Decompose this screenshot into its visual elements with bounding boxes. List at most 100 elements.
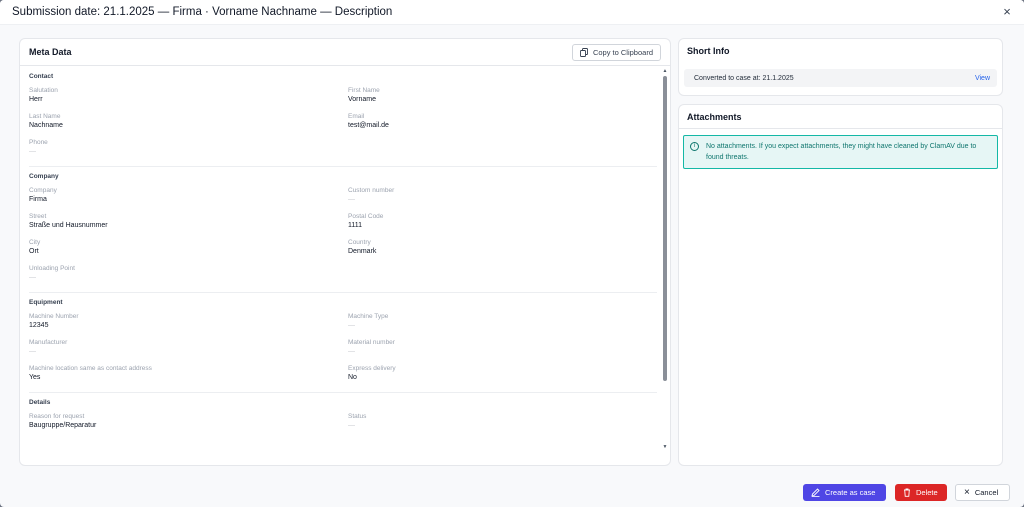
field-unloading-point: Unloading Point — xyxy=(29,264,348,283)
scroll-down-arrow-icon[interactable]: ▼ xyxy=(662,445,668,450)
field-machine-number: Machine Number 12345 xyxy=(29,312,348,331)
scrollbar-thumb[interactable] xyxy=(663,76,667,381)
delete-button[interactable]: Delete xyxy=(895,484,947,501)
submission-modal: Submission date: 21.1.2025 — Firma · Vor… xyxy=(0,0,1024,507)
field-value: Straße und Hausnummer xyxy=(29,222,108,229)
field-value: Firma xyxy=(29,196,47,203)
field-label: Reason for request xyxy=(29,413,85,420)
contact-section: Contact Salutation Herr First Name Vorname… xyxy=(29,67,657,167)
meta-data-header: Meta Data Copy to Clipboard xyxy=(20,39,670,66)
create-as-case-label: Create as case xyxy=(825,488,876,497)
field-country: Country Denmark xyxy=(348,238,657,257)
no-attachments-alert: i No attachments. If you expect attachme… xyxy=(683,135,998,169)
meta-data-title: Meta Data xyxy=(29,47,72,57)
field-value: — xyxy=(29,274,36,281)
field-material-number: Material number — xyxy=(348,338,657,357)
meta-data-scrollbar[interactable]: ▲ ▼ xyxy=(662,67,668,450)
company-section: Company Company Firma Custom number — Stre… xyxy=(29,167,657,293)
field-value: Herr xyxy=(29,96,43,103)
cancel-label: Cancel xyxy=(974,488,999,497)
field-label: First Name xyxy=(348,87,380,94)
create-as-case-button[interactable]: Create as case xyxy=(803,484,886,501)
view-case-link[interactable]: View xyxy=(975,75,990,82)
field-label: Manufacturer xyxy=(29,339,68,346)
field-value: test@mail.de xyxy=(348,122,389,129)
attachments-title: Attachments xyxy=(687,111,742,122)
field-label: Company xyxy=(29,187,57,194)
field-machine-location: Machine location same as contact address… xyxy=(29,364,348,383)
trash-icon xyxy=(904,488,910,497)
field-value: Nachname xyxy=(29,122,63,129)
field-value: 12345 xyxy=(29,322,49,329)
attachments-panel: Attachments i No attachments. If you exp… xyxy=(678,104,1003,466)
short-info-title: Short Info xyxy=(687,46,730,56)
field-value: Denmark xyxy=(348,248,377,255)
converted-case-row: Converted to case at: 21.1.2025 View xyxy=(684,69,997,87)
field-value: Vorname xyxy=(348,96,377,103)
field-label: Machine location same as contact address xyxy=(29,365,152,372)
modal-header: Submission date: 21.1.2025 — Firma · Vor… xyxy=(0,0,1024,25)
close-x-icon: × xyxy=(964,486,970,498)
field-reason: Reason for request Baugruppe/Reparatur xyxy=(29,412,348,431)
field-status: Status — xyxy=(348,412,657,431)
field-first-name: First Name Vorname xyxy=(348,86,657,105)
converted-case-text: Converted to case at: 21.1.2025 xyxy=(694,74,794,82)
info-icon: i xyxy=(690,142,699,151)
copy-to-clipboard-label: Copy to Clipboard xyxy=(592,47,653,57)
field-last-name: Last Name Nachname xyxy=(29,112,348,131)
field-value: — xyxy=(29,148,36,155)
field-label: City xyxy=(29,239,41,246)
field-salutation: Salutation Herr xyxy=(29,86,348,105)
field-value: 1111 xyxy=(348,222,363,229)
field-street: Street Straße und Hausnummer xyxy=(29,212,348,231)
field-label: Postal Code xyxy=(348,213,384,220)
short-info-header: Short Info xyxy=(679,39,1002,63)
field-value: — xyxy=(348,422,355,429)
field-manufacturer: Manufacturer — xyxy=(29,338,348,357)
scroll-up-arrow-icon[interactable]: ▲ xyxy=(662,69,668,74)
field-company: Company Firma xyxy=(29,186,348,205)
short-info-panel: Short Info Converted to case at: 21.1.20… xyxy=(678,38,1003,96)
meta-data-scroll-area[interactable]: Contact Salutation Herr First Name Vorname… xyxy=(20,67,670,450)
attachments-header: Attachments xyxy=(679,105,1002,129)
cancel-button[interactable]: × Cancel xyxy=(955,484,1010,501)
field-value: Baugruppe/Reparatur xyxy=(29,422,97,429)
modal-footer: Create as case Delete × Cancel xyxy=(0,476,1024,507)
close-icon[interactable]: × xyxy=(1001,5,1013,18)
field-label: Unloading Point xyxy=(29,265,75,272)
field-email: Email test@mail.de xyxy=(348,112,657,131)
field-postal-code: Postal Code 1111 xyxy=(348,212,657,231)
field-custom-number: Custom number — xyxy=(348,186,657,205)
section-title-company: Company xyxy=(29,173,59,180)
copy-to-clipboard-button[interactable]: Copy to Clipboard xyxy=(571,43,661,61)
field-value: No xyxy=(348,374,357,381)
equipment-section: Equipment Machine Number 12345 Machine Ty… xyxy=(29,293,657,393)
field-value: — xyxy=(348,196,355,203)
field-label: Material number xyxy=(348,339,395,346)
section-title-equipment: Equipment xyxy=(29,299,63,306)
meta-data-panel: Meta Data Copy to Clipboard Contact Salu… xyxy=(19,38,671,466)
field-value: Ort xyxy=(29,248,39,255)
field-label: Country xyxy=(348,239,371,246)
field-label: Phone xyxy=(29,139,48,146)
field-label: Machine Number xyxy=(29,313,79,320)
copy-icon xyxy=(580,47,588,57)
field-machine-type: Machine Type — xyxy=(348,312,657,331)
field-label: Street xyxy=(29,213,47,220)
field-label: Express delivery xyxy=(348,365,396,372)
field-label: Machine Type xyxy=(348,313,389,320)
field-label: Email xyxy=(348,113,365,120)
details-section: Details Reason for request Baugruppe/Repa… xyxy=(29,393,657,440)
field-label: Salutation xyxy=(29,87,58,94)
field-phone: Phone — xyxy=(29,138,348,157)
field-label: Custom number xyxy=(348,187,395,194)
field-label: Status xyxy=(348,413,367,420)
no-attachments-text: No attachments. If you expect attachment… xyxy=(706,143,977,161)
field-value: Yes xyxy=(29,374,41,381)
section-title-contact: Contact xyxy=(29,73,54,80)
pencil-icon xyxy=(811,488,820,497)
field-value: — xyxy=(348,348,355,355)
section-title-details: Details xyxy=(29,399,51,406)
delete-label: Delete xyxy=(916,488,938,497)
field-value: — xyxy=(29,348,36,355)
